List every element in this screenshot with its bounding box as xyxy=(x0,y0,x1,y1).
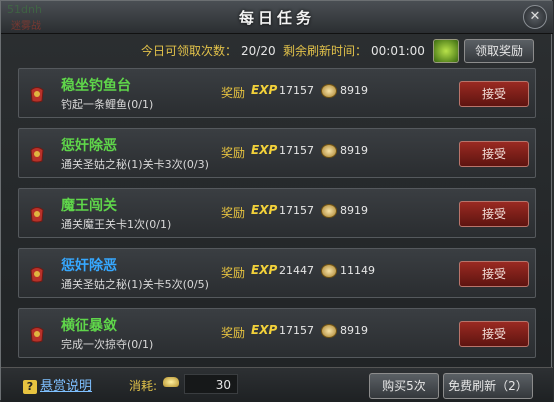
daily-task-window: 51dnh 迷雾战 每日任务 ✕ 今日可领取次数： 20/20 剩余刷新时间： 00… xyxy=(0,0,553,402)
footer-bar: ? 悬赏说明 消耗: 30 购买5次 免费刷新（2） xyxy=(1,367,553,402)
exp-label: EXP xyxy=(251,143,278,157)
task-name: 横征暴敛 xyxy=(61,318,117,334)
task-row: 稳坐钓鱼台钓起一条鲤鱼(0/1) 奖励 EXP 17157 8919 接受 xyxy=(18,68,536,118)
coin-icon xyxy=(321,264,337,278)
task-name: 魔王闯关 xyxy=(61,198,117,214)
exp-label: EXP xyxy=(251,203,278,217)
task-row: 惩奸除恶通关圣姑之秘(1)关卡3次(0/3) 奖励 EXP 17157 8919 接受 xyxy=(18,128,536,178)
coin-value: 8919 xyxy=(340,84,368,97)
exp-value: 17157 xyxy=(279,204,314,217)
task-description: 完成一次掠夺(0/1) xyxy=(61,338,154,351)
reward-label: 奖励 xyxy=(221,206,246,220)
help-label: 悬赏说明 xyxy=(40,379,93,394)
task-row: 横征暴敛完成一次掠夺(0/1) 奖励 EXP 17157 8919 接受 xyxy=(18,308,536,358)
task-name: 惩奸除恶 xyxy=(61,258,117,274)
help-link[interactable]: ? 悬赏说明 xyxy=(23,375,92,394)
coin-icon xyxy=(321,204,337,218)
exp-value: 21447 xyxy=(279,264,314,277)
coin-icon xyxy=(321,324,337,338)
claims-label: 今日可领取次数： xyxy=(141,44,238,58)
gold-ingot-icon xyxy=(163,377,179,387)
coin-value: 8919 xyxy=(340,324,368,337)
accept-button[interactable]: 接受 xyxy=(459,321,529,347)
close-icon[interactable]: ✕ xyxy=(523,5,547,29)
gift-bag-icon xyxy=(30,87,44,103)
coin-icon xyxy=(321,84,337,98)
claim-reward-button[interactable]: 领取奖励 xyxy=(464,39,534,63)
task-description: 钓起一条鲤鱼(0/1) xyxy=(61,98,154,111)
task-name: 惩奸除恶 xyxy=(61,138,117,154)
exp-value: 17157 xyxy=(279,324,314,337)
task-row: 魔王闯关通关魔王关卡1次(0/1) 奖励 EXP 17157 8919 接受 xyxy=(18,188,536,238)
refresh-label: 剩余刷新时间： xyxy=(283,44,368,58)
gift-bag-icon xyxy=(30,207,44,223)
task-description: 通关圣姑之秘(1)关卡3次(0/3) xyxy=(61,158,209,171)
reward-orb-icon[interactable] xyxy=(433,39,459,63)
claims-remaining: 今日可领取次数： 20/20 xyxy=(141,42,276,59)
coin-icon xyxy=(321,144,337,158)
task-description: 通关圣姑之秘(1)关卡5次(0/5) xyxy=(61,278,209,291)
free-refresh-button[interactable]: 免费刷新（2） xyxy=(443,373,533,399)
accept-button[interactable]: 接受 xyxy=(459,81,529,107)
title-bar[interactable]: 51dnh 迷雾战 每日任务 ✕ xyxy=(1,1,553,34)
gift-bag-icon xyxy=(30,147,44,163)
exp-label: EXP xyxy=(251,83,278,97)
task-row: 惩奸除恶通关圣姑之秘(1)关卡5次(0/5) 奖励 EXP 21447 11149 接受 xyxy=(18,248,536,298)
cost-field: 30 xyxy=(184,374,238,394)
accept-button[interactable]: 接受 xyxy=(459,261,529,287)
coin-value: 11149 xyxy=(340,264,375,277)
accept-button[interactable]: 接受 xyxy=(459,141,529,167)
coin-value: 8919 xyxy=(340,204,368,217)
task-description: 通关魔王关卡1次(0/1) xyxy=(61,218,172,231)
consume-label: 消耗: xyxy=(129,379,158,393)
reward-label: 奖励 xyxy=(221,86,246,100)
task-name: 稳坐钓鱼台 xyxy=(61,78,131,94)
exp-value: 17157 xyxy=(279,144,314,157)
claims-value: 20/20 xyxy=(241,44,276,58)
exp-label: EXP xyxy=(251,263,278,277)
gift-bag-icon xyxy=(30,267,44,283)
reward-label: 奖励 xyxy=(221,146,246,160)
refresh-timer: 剩余刷新时间： 00:01:00 xyxy=(283,42,425,59)
exp-value: 17157 xyxy=(279,84,314,97)
reward-label: 奖励 xyxy=(221,326,246,340)
buy-5-times-button[interactable]: 购买5次 xyxy=(369,373,439,399)
coin-value: 8919 xyxy=(340,144,368,157)
reward-label: 奖励 xyxy=(221,266,246,280)
window-title: 每日任务 xyxy=(238,9,315,27)
gift-bag-icon xyxy=(30,327,44,343)
exp-label: EXP xyxy=(251,323,278,337)
accept-button[interactable]: 接受 xyxy=(459,201,529,227)
question-icon: ? xyxy=(23,380,37,394)
refresh-value: 00:01:00 xyxy=(371,44,425,58)
